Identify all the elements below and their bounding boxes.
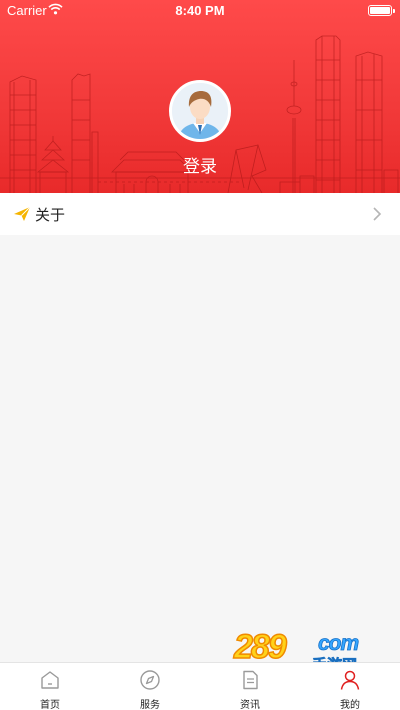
chevron-right-icon (373, 207, 382, 221)
user-avatar-icon (172, 83, 228, 139)
home-icon (41, 671, 59, 689)
profile-header: Carrier 8:40 PM 登录 (0, 0, 400, 193)
menu-item-label: 关于 (35, 206, 66, 224)
tab-service-label: 服务 (140, 700, 160, 710)
content-area (0, 235, 400, 662)
tab-mine-label: 我的 (340, 700, 360, 710)
watermark-domain: com (318, 632, 360, 656)
tab-home[interactable]: 首页 (0, 663, 100, 710)
login-button[interactable]: 登录 (0, 152, 400, 177)
status-time: 8:40 PM (175, 3, 225, 18)
menu-item-about[interactable]: 关于 (0, 193, 400, 235)
tab-news[interactable]: 资讯 (200, 663, 300, 710)
person-icon (340, 670, 360, 690)
status-bar: Carrier 8:40 PM (0, 0, 400, 22)
compass-icon (140, 670, 160, 690)
battery-icon (368, 5, 395, 16)
tab-home-label: 首页 (40, 700, 60, 710)
document-icon (243, 670, 258, 690)
tab-news-label: 资讯 (240, 700, 260, 710)
tab-mine[interactable]: 我的 (300, 663, 400, 710)
user-avatar[interactable] (169, 80, 231, 142)
paper-plane-icon (14, 206, 31, 221)
tab-bar: 首页 服务 资讯 我的 (0, 662, 400, 710)
tab-service[interactable]: 服务 (100, 663, 200, 710)
